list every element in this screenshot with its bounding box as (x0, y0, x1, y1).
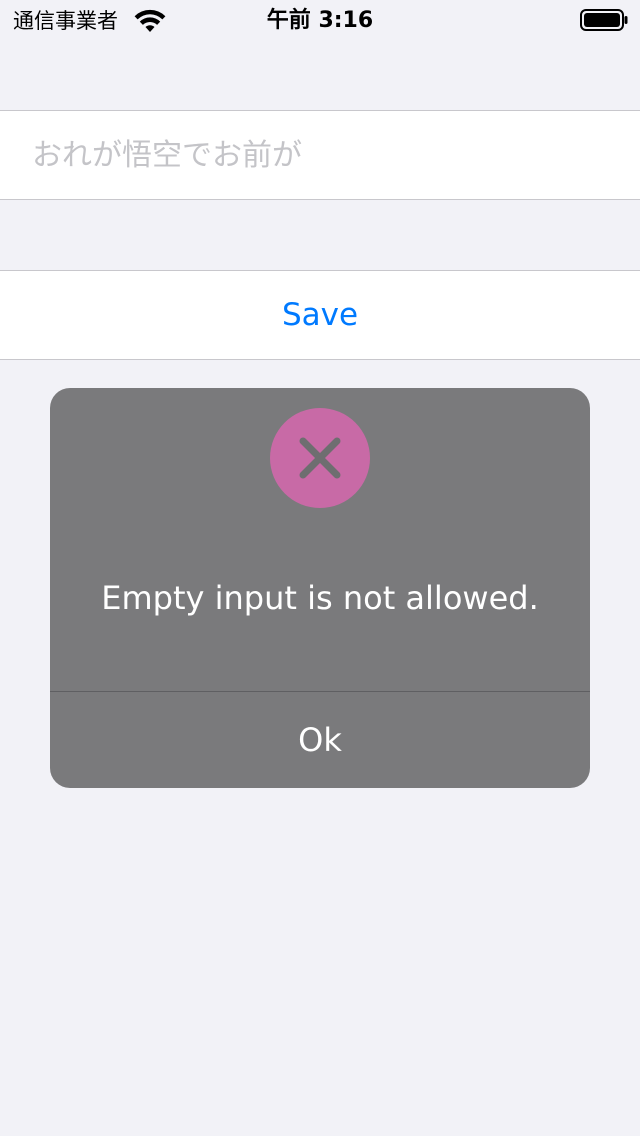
close-icon (270, 408, 370, 508)
status-time: 午前 3:16 (266, 8, 374, 33)
text-field-cell (0, 110, 640, 200)
save-button[interactable]: Save (0, 270, 640, 360)
text-input[interactable] (32, 111, 612, 199)
battery-full-icon (580, 9, 628, 31)
alert-ok-button[interactable]: Ok (50, 692, 590, 788)
status-bar: 通信事業者 午前 3:16 (0, 0, 640, 40)
save-button-label: Save (281, 297, 359, 333)
alert-message: Empty input is not allowed. (101, 579, 539, 617)
error-alert: Empty input is not allowed. Ok (50, 388, 590, 788)
